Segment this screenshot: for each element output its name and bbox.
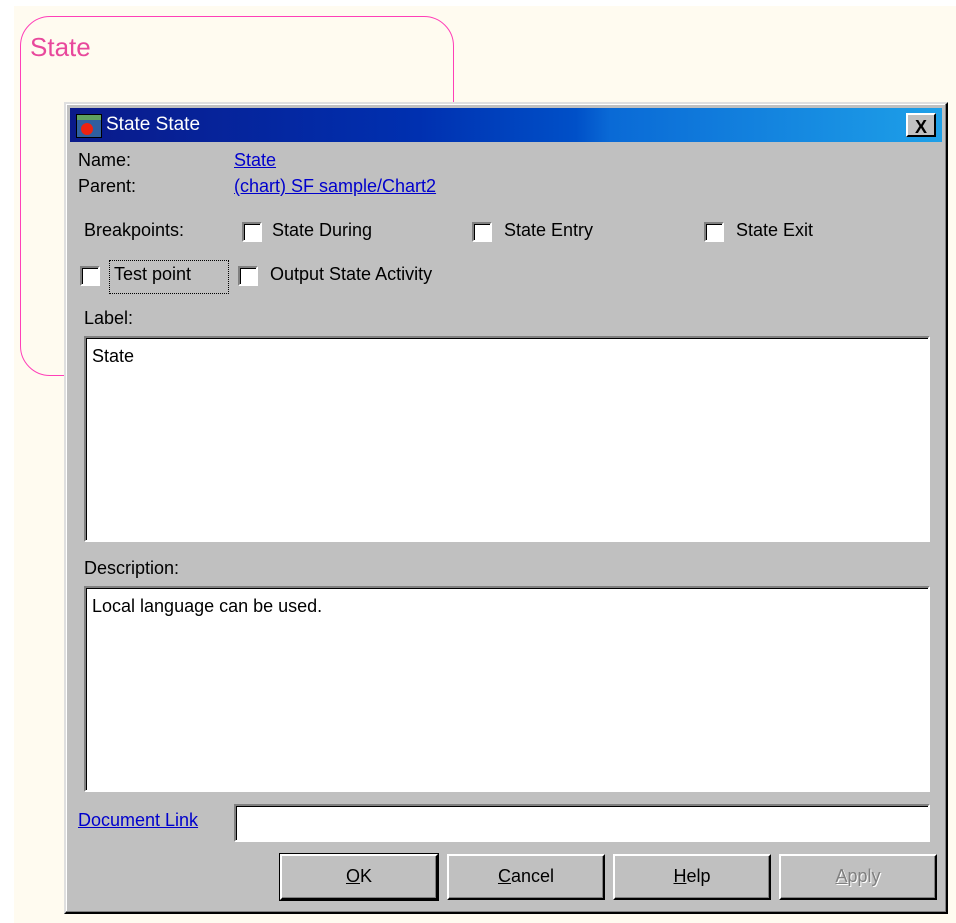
description-textarea[interactable]: Local language can be used. [84, 586, 930, 792]
breakpoint-state-entry-checkbox[interactable] [472, 222, 492, 242]
canvas-top-strip [0, 0, 956, 6]
canvas-left-strip [0, 0, 14, 923]
apply-button[interactable]: Apply [779, 854, 937, 900]
breakpoint-state-exit-label[interactable]: State Exit [736, 220, 813, 241]
ok-button[interactable]: OK [279, 853, 439, 901]
breakpoint-state-entry-label[interactable]: State Entry [504, 220, 593, 241]
close-button[interactable]: X [906, 113, 936, 137]
output-state-activity-label[interactable]: Output State Activity [270, 264, 432, 285]
name-label: Name: [78, 150, 132, 170]
label-field-label: Label: [84, 308, 134, 328]
cancel-button[interactable]: Cancel [447, 854, 605, 900]
description-field-label: Description: [84, 558, 180, 578]
state-properties-dialog: State State X Name: State Parent: (chart… [64, 102, 948, 914]
output-state-activity-checkbox[interactable] [238, 266, 258, 286]
breakpoint-state-during-label[interactable]: State During [272, 220, 372, 241]
label-textarea[interactable]: State [84, 336, 930, 542]
document-link-input[interactable] [234, 804, 930, 842]
dialog-title: State State [106, 114, 201, 135]
parent-label: Parent: [78, 176, 137, 196]
parent-link[interactable]: (chart) SF sample/Chart2 [234, 176, 436, 197]
state-shape-title: State [30, 32, 91, 62]
name-link[interactable]: State [234, 150, 276, 171]
document-link[interactable]: Document Link [78, 810, 198, 831]
test-point-label[interactable]: Test point [114, 264, 191, 285]
help-button[interactable]: Help [613, 854, 771, 900]
breakpoint-state-during-checkbox[interactable] [242, 222, 262, 242]
test-point-checkbox[interactable] [80, 266, 100, 286]
breakpoints-label: Breakpoints: [84, 220, 185, 240]
breakpoint-state-exit-checkbox[interactable] [704, 222, 724, 242]
stateflow-app-icon [76, 114, 102, 138]
dialog-titlebar[interactable]: State State X [70, 108, 942, 142]
